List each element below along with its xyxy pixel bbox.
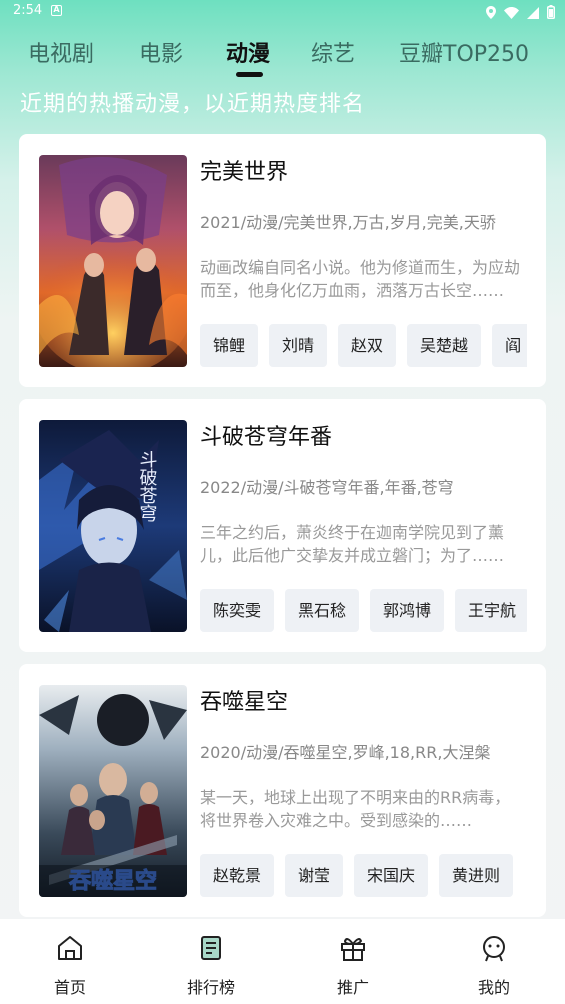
cast-tag[interactable]: 锦鲤 xyxy=(200,324,259,367)
poster-image[interactable] xyxy=(39,155,187,367)
nav-ranking[interactable]: 排行榜 xyxy=(161,919,261,1004)
anime-card[interactable]: 吞噬星空 吞噬星空 2020/动漫/吞噬星空,罗峰,18,RR,大涅槃 某一天，… xyxy=(19,664,546,917)
cast-tag[interactable]: 赵乾景 xyxy=(200,854,275,897)
card-title: 完美世界 xyxy=(200,160,289,185)
ranking-icon xyxy=(197,934,225,962)
nav-home[interactable]: 首页 xyxy=(20,919,120,1004)
tab-variety[interactable]: 综艺 xyxy=(311,36,355,68)
cast-tag[interactable]: 谢莹 xyxy=(285,854,344,897)
poster-calligraphy: 斗破苍穹 xyxy=(137,450,158,523)
cast-tags: 陈奕雯 黑石稔 郭鸿博 王宇航 xyxy=(200,589,527,632)
nav-promotion[interactable]: 推广 xyxy=(303,919,403,1004)
cast-tag[interactable]: 宋国庆 xyxy=(354,854,429,897)
anime-card[interactable]: 完美世界 2021/动漫/完美世界,万古,岁月,完美,天骄 动画改编自同名小说。… xyxy=(19,134,546,387)
home-icon xyxy=(56,934,84,962)
category-tabs: 电视剧 电影 动漫 综艺 豆瓣TOP250 xyxy=(0,32,565,82)
tab-tv[interactable]: 电视剧 xyxy=(28,36,94,68)
signal-icon xyxy=(527,4,539,23)
cast-tag[interactable]: 阎 xyxy=(492,324,527,367)
status-time: 2:54 xyxy=(13,3,43,18)
cast-tag[interactable]: 黑石稔 xyxy=(285,589,360,632)
cast-tag[interactable]: 郭鸿博 xyxy=(370,589,445,632)
status-bar: 2:54 A xyxy=(0,0,565,24)
card-meta: 2021/动漫/完美世界,万古,岁月,完美,天骄 xyxy=(200,213,496,232)
card-title: 吞噬星空 xyxy=(200,690,289,715)
nav-label: 排行榜 xyxy=(186,978,235,997)
poster-image[interactable]: 吞噬星空 xyxy=(39,685,187,897)
profile-icon xyxy=(480,934,508,962)
status-icons xyxy=(486,4,555,23)
cast-tag[interactable]: 陈奕雯 xyxy=(200,589,275,632)
gift-icon xyxy=(339,934,367,962)
nav-label: 我的 xyxy=(477,978,510,997)
poster-image[interactable]: 斗破苍穹 xyxy=(39,420,187,632)
tab-douban-top250[interactable]: 豆瓣TOP250 xyxy=(399,36,529,68)
wifi-icon xyxy=(504,4,519,23)
cast-tag[interactable]: 黄进则 xyxy=(439,854,514,897)
card-meta: 2022/动漫/斗破苍穹年番,年番,苍穹 xyxy=(200,478,454,497)
card-description: 动画改编自同名小说。他为修道而生，为应劫而至，他身化亿万血雨，洒落万古长空…… xyxy=(200,258,521,300)
cast-tag[interactable]: 王宇航 xyxy=(455,589,527,632)
anime-card[interactable]: 斗破苍穹 斗破苍穹年番 2022/动漫/斗破苍穹年番,年番,苍穹 三年之约后，萧… xyxy=(19,399,546,652)
cast-tags: 锦鲤 刘晴 赵双 吴楚越阎 xyxy=(200,324,527,367)
battery-icon xyxy=(547,4,555,23)
bottom-nav: 首页 排行榜 推广 我的 xyxy=(0,919,565,1004)
active-tab-indicator xyxy=(236,72,263,77)
nav-label: 推广 xyxy=(336,978,369,997)
notification-icon: A xyxy=(51,5,62,16)
poster-title-logo: 吞噬星空 xyxy=(69,868,157,894)
card-title: 斗破苍穹年番 xyxy=(200,425,333,450)
cast-tag[interactable]: 刘晴 xyxy=(269,324,328,367)
tab-movie[interactable]: 电影 xyxy=(139,36,183,68)
card-description: 某一天，地球上出现了不明来由的RR病毒，将世界卷入灾难之中。受到感染的…… xyxy=(200,788,511,830)
nav-profile[interactable]: 我的 xyxy=(444,919,544,1004)
location-icon xyxy=(486,4,496,23)
card-description: 三年之约后，萧炎终于在迦南学院见到了薰儿，此后他广交挚友并成立磐门；为了…… xyxy=(200,523,505,565)
card-meta: 2020/动漫/吞噬星空,罗峰,18,RR,大涅槃 xyxy=(200,743,491,762)
cast-tag[interactable]: 赵双 xyxy=(338,324,397,367)
section-subtitle: 近期的热播动漫，以近期热度排名 xyxy=(20,92,366,117)
cast-tags: 赵乾景 谢莹 宋国庆 黄进则 xyxy=(200,854,527,897)
nav-label: 首页 xyxy=(53,978,86,997)
tab-anime[interactable]: 动漫 xyxy=(226,36,270,68)
cast-tag[interactable]: 吴楚越 xyxy=(407,324,482,367)
